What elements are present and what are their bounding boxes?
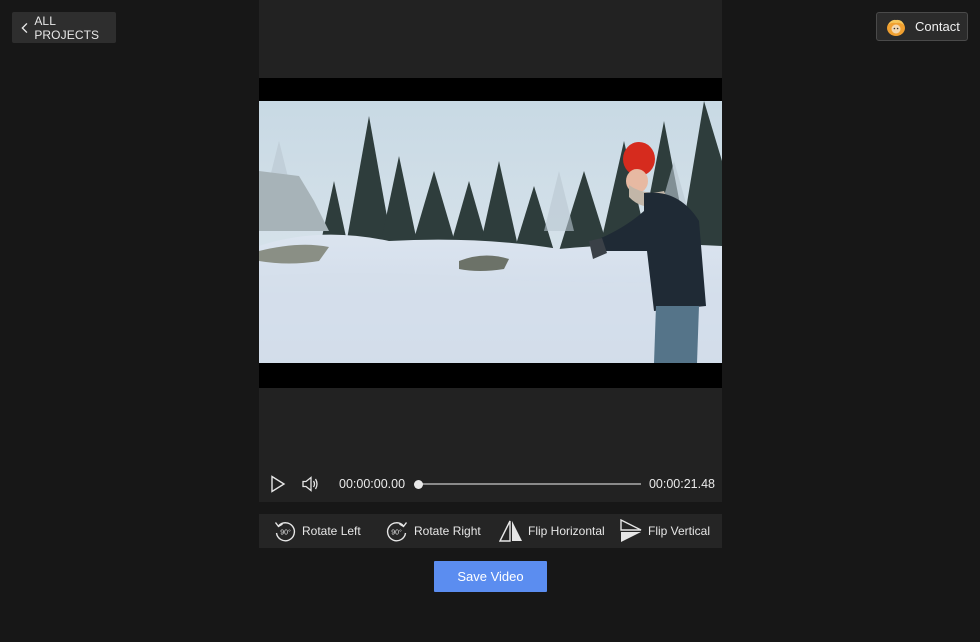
video-letterbox	[259, 78, 722, 388]
play-icon[interactable]	[270, 475, 286, 493]
flip-horizontal-button[interactable]: Flip Horizontal	[499, 514, 605, 548]
current-time: 00:00:00.00	[339, 477, 406, 491]
seek-bar[interactable]	[414, 479, 641, 489]
flip-horizontal-icon	[499, 520, 522, 542]
chevron-left-icon	[21, 22, 28, 33]
rotate-left-label: Rotate Left	[302, 524, 361, 538]
rotate-right-icon: 90°	[386, 522, 408, 542]
player-controls: 00:00:00.00 00:00:21.48	[259, 466, 722, 502]
flip-vertical-label: Flip Vertical	[648, 524, 711, 538]
total-time: 00:00:21.48	[648, 477, 715, 491]
contact-button[interactable]: Contact	[876, 12, 968, 41]
rotate-left-badge: 90°	[280, 529, 291, 537]
all-projects-label: ALL PROJECTS	[34, 13, 100, 42]
flip-vertical-icon	[620, 519, 642, 542]
rotate-left-icon: 90°	[274, 522, 296, 542]
rotate-right-label: Rotate Right	[414, 524, 481, 538]
contact-label: Contact	[915, 19, 960, 34]
all-projects-button[interactable]: ALL PROJECTS	[12, 12, 116, 43]
flip-vertical-button[interactable]: Flip Vertical	[619, 514, 710, 548]
rotate-right-badge: 90°	[391, 529, 402, 537]
flip-horizontal-label: Flip Horizontal	[528, 524, 605, 538]
edit-toolbar: 90° Rotate Left 90° Rotate Right Flip Ho…	[259, 514, 722, 548]
seek-thumb[interactable]	[414, 479, 423, 489]
save-video-button[interactable]: Save Video	[434, 561, 547, 592]
video-player: 00:00:00.00 00:00:21.48	[259, 0, 722, 502]
rotate-left-button[interactable]: 90° Rotate Left	[273, 514, 361, 548]
rotate-right-button[interactable]: 90° Rotate Right	[385, 514, 481, 548]
volume-icon[interactable]	[301, 475, 319, 493]
avatar-icon	[887, 19, 905, 36]
video-frame[interactable]	[259, 101, 722, 363]
